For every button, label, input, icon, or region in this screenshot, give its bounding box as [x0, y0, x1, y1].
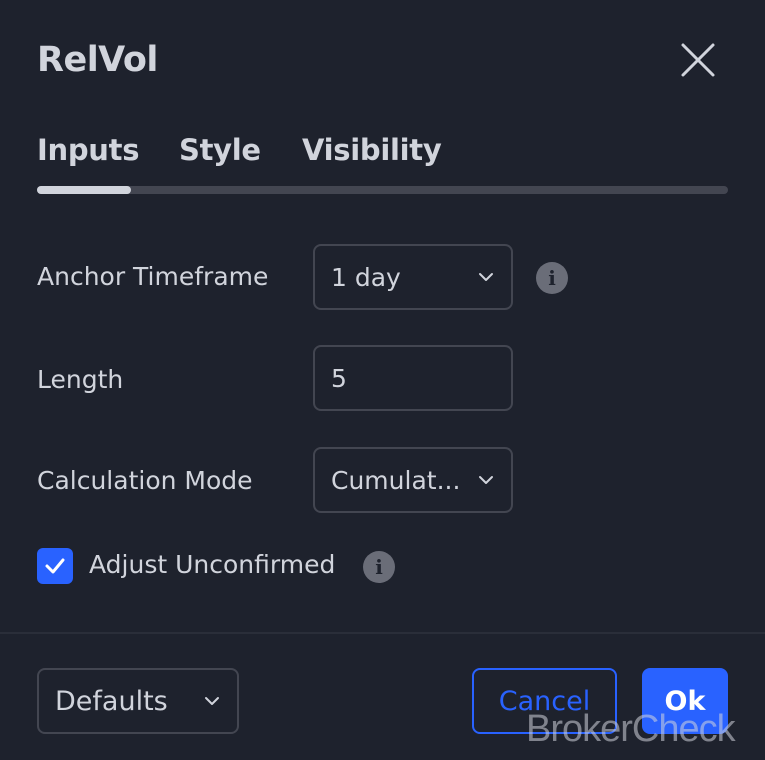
- anchor-timeframe-select[interactable]: 1 day: [313, 244, 513, 310]
- dialog-title: RelVol: [37, 40, 158, 80]
- tab-visibility[interactable]: Visibility: [302, 133, 442, 167]
- info-icon[interactable]: i: [536, 262, 568, 294]
- defaults-label: Defaults: [55, 685, 168, 717]
- calculation-mode-value: Cumulat...: [331, 465, 461, 495]
- length-value: 5: [331, 363, 347, 393]
- active-tab-indicator: [37, 186, 131, 194]
- close-button[interactable]: [680, 42, 716, 78]
- anchor-timeframe-value: 1 day: [331, 262, 401, 292]
- close-icon: [681, 43, 715, 77]
- footer-divider: [0, 632, 765, 634]
- chevron-down-icon: [205, 697, 219, 705]
- chevron-down-icon: [479, 273, 493, 281]
- chevron-down-icon: [479, 476, 493, 484]
- length-input[interactable]: 5: [313, 345, 513, 411]
- info-icon[interactable]: i: [363, 551, 395, 583]
- length-label: Length: [37, 365, 124, 394]
- adjust-unconfirmed-checkbox[interactable]: [37, 548, 73, 584]
- tab-track: [37, 186, 728, 194]
- anchor-timeframe-label: Anchor Timeframe: [37, 262, 269, 291]
- checkmark-icon: [45, 558, 65, 574]
- adjust-unconfirmed-label[interactable]: Adjust Unconfirmed: [89, 550, 335, 579]
- tab-inputs[interactable]: Inputs: [37, 133, 139, 167]
- defaults-dropdown[interactable]: Defaults: [37, 668, 239, 734]
- tab-style[interactable]: Style: [179, 133, 261, 167]
- watermark-text: BrokerCheck: [526, 708, 736, 750]
- calculation-mode-select[interactable]: Cumulat...: [313, 447, 513, 513]
- calculation-mode-label: Calculation Mode: [37, 466, 253, 495]
